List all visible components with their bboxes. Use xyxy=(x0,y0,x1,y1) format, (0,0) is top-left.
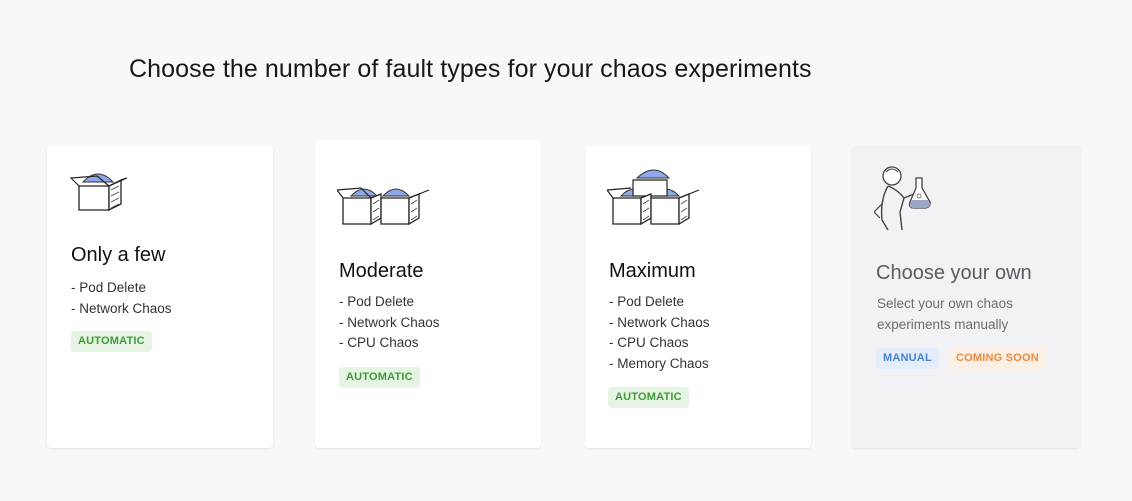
two-boxes-icon xyxy=(337,187,430,226)
single-box-icon xyxy=(69,173,128,212)
list-item: - Network Chaos xyxy=(609,314,710,330)
option-card-moderate[interactable]: Moderate - Pod Delete - Network Chaos - … xyxy=(315,140,541,448)
scientist-icon xyxy=(874,166,931,231)
list-item: - Pod Delete xyxy=(339,294,415,309)
stacked-boxes-icon xyxy=(607,169,700,226)
list-item: - Network Chaos xyxy=(71,300,172,316)
list-item: - Memory Chaos xyxy=(609,355,709,371)
option-card-only-a-few[interactable]: Only a few - Pod Delete - Network Chaos … xyxy=(47,146,273,448)
fault-list: - Pod Delete - Network Chaos - CPU Chaos xyxy=(339,292,440,354)
list-item: - Pod Delete xyxy=(609,294,685,309)
list-item: - CPU Chaos xyxy=(609,335,689,350)
list-item: - Network Chaos xyxy=(339,314,440,330)
coming-soon-badge: COMING SOON xyxy=(949,348,1046,369)
card-heading: Only a few xyxy=(71,244,166,266)
card-heading: Maximum xyxy=(609,260,696,282)
manual-badge: MANUAL xyxy=(876,348,939,369)
automatic-badge: AUTOMATIC xyxy=(71,331,152,352)
card-heading: Moderate xyxy=(339,260,424,282)
card-heading: Choose your own xyxy=(876,262,1032,284)
card-description: Select your own chaos experiments manual… xyxy=(877,296,1013,332)
option-card-choose-your-own: Choose your own Select your own chaos ex… xyxy=(852,146,1080,448)
fault-list: - Pod Delete - Network Chaos - CPU Chaos… xyxy=(609,292,710,374)
list-item: - Pod Delete xyxy=(71,280,147,295)
automatic-badge: AUTOMATIC xyxy=(339,367,420,388)
list-item: - CPU Chaos xyxy=(339,335,419,350)
option-card-maximum[interactable]: Maximum - Pod Delete - Network Chaos - C… xyxy=(585,146,811,448)
automatic-badge: AUTOMATIC xyxy=(608,387,689,408)
fault-list: - Pod Delete - Network Chaos xyxy=(71,278,172,319)
page-title: Choose the number of fault types for you… xyxy=(129,55,812,83)
